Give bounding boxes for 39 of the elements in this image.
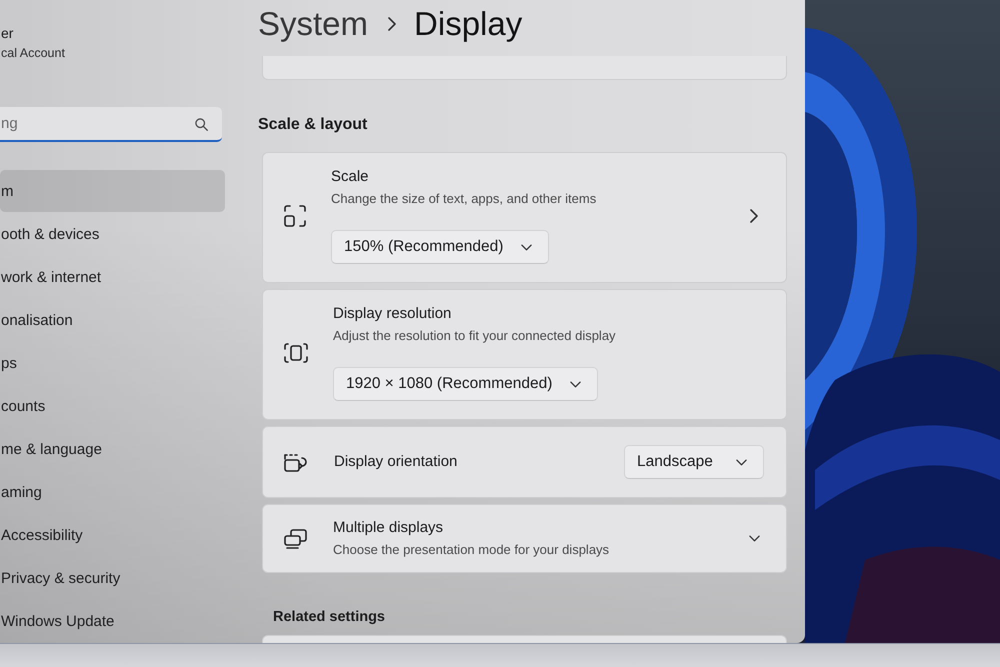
page-title: Display xyxy=(414,4,522,44)
breadcrumb-link[interactable]: System xyxy=(258,4,368,44)
account-type: cal Account xyxy=(0,45,66,62)
card-title: Display orientation xyxy=(334,452,458,472)
card-title: Scale xyxy=(331,167,369,187)
sidebar-item[interactable]: Windows Update xyxy=(0,600,225,642)
dropdown[interactable]: 150% (Recommended) xyxy=(331,230,550,264)
chevron-down-icon xyxy=(521,244,532,250)
sidebar-item[interactable]: m xyxy=(0,170,225,212)
setting-card[interactable]: Scale Change the size of text, apps, and other items 150% (Recommended) xyxy=(262,152,787,283)
chevron-down-icon xyxy=(570,380,582,388)
sidebar-item[interactable]: work & internet xyxy=(0,256,225,298)
card-description: Choose the presentation mode for your displays xyxy=(333,541,610,559)
section-heading: Scale & layout xyxy=(258,115,368,135)
card-description: Adjust the resolution to fit your connected display xyxy=(333,327,616,345)
search-field[interactable]: ng xyxy=(0,107,222,142)
sidebar-item[interactable]: counts xyxy=(0,385,225,427)
sidebar-item[interactable]: onalisation xyxy=(0,299,225,341)
sidebar-item[interactable]: ps xyxy=(0,342,225,384)
account-name: er xyxy=(0,24,14,42)
card-description: Change the size of text, apps, and other items xyxy=(331,190,596,208)
sidebar-item[interactable]: aming xyxy=(0,471,225,513)
card-title: Multiple displays xyxy=(333,518,444,538)
chevron-down-icon xyxy=(736,458,747,466)
dropdown[interactable]: Landscape xyxy=(624,445,764,479)
monitors-icon xyxy=(284,528,308,548)
chevron-right-icon xyxy=(388,17,396,31)
screen-brackets-icon xyxy=(284,342,308,362)
sidebar-item[interactable]: Privacy & security xyxy=(0,557,225,599)
resize-icon xyxy=(284,204,306,226)
sidebar-item[interactable]: me & language xyxy=(0,428,225,470)
rotate-screen-icon xyxy=(284,452,309,472)
sidebar-item[interactable]: Accessibility xyxy=(0,514,225,556)
card-title: Display resolution xyxy=(333,304,452,324)
dropdown[interactable]: 1920 × 1080 (Recommended) xyxy=(333,367,598,401)
section-heading: Related settings xyxy=(273,608,386,627)
sidebar-item[interactable]: ooth & devices xyxy=(0,213,225,255)
search-icon xyxy=(195,118,208,131)
setting-card[interactable]: Multiple displays Choose the presentation mode for your displays xyxy=(262,504,787,573)
